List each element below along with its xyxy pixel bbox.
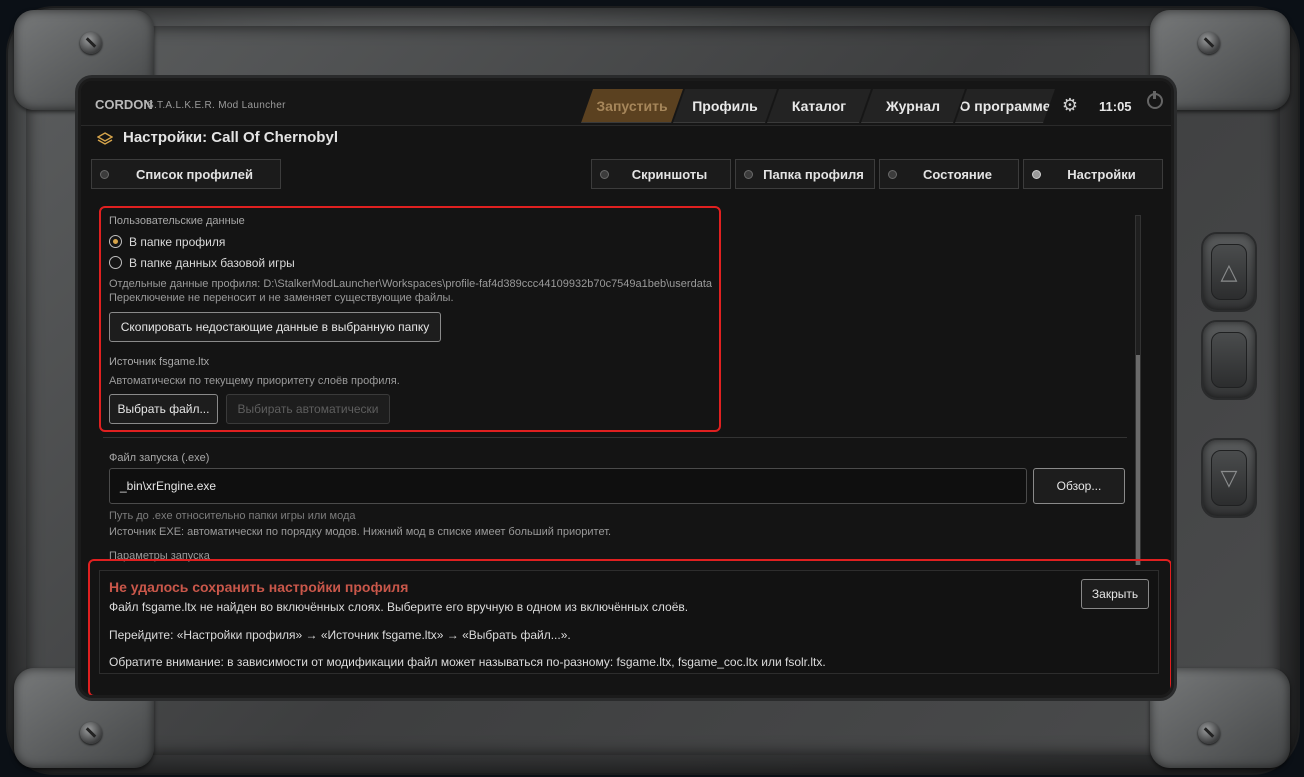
- app-screen: CORDON S.T.A.L.K.E.R. Mod Launcher Запус…: [78, 78, 1174, 698]
- exe-hint-path: Путь до .exe относительно папки игры или…: [109, 510, 356, 522]
- triangle-down-icon: ▽: [1211, 450, 1247, 506]
- nav-journal[interactable]: Журнал: [861, 89, 965, 123]
- tab-indicator-icon: [888, 169, 897, 179]
- hardware-up-button[interactable]: △: [1201, 232, 1257, 312]
- nav-catalog[interactable]: Каталог: [767, 89, 871, 123]
- nav-launch[interactable]: Запустить: [581, 89, 683, 123]
- tab-profile-folder[interactable]: Папка профиля: [735, 159, 875, 189]
- power-icon[interactable]: [1147, 91, 1163, 109]
- hardware-center-button[interactable]: [1201, 320, 1257, 400]
- tab-screenshots[interactable]: Скриншоты: [591, 159, 731, 189]
- scrollbar-thumb[interactable]: [1136, 355, 1140, 565]
- triangle-up-icon: △: [1211, 244, 1247, 300]
- highlight-error-toast: [88, 559, 1171, 695]
- section-divider: [103, 437, 1127, 438]
- center-slot-icon: [1211, 332, 1247, 388]
- screw-icon: [1198, 722, 1220, 744]
- highlight-user-data: [99, 206, 721, 432]
- screw-icon: [80, 32, 102, 54]
- tab-label: Скриншоты: [631, 166, 708, 182]
- browse-button[interactable]: Обзор...: [1033, 468, 1125, 504]
- hardware-down-button[interactable]: ▽: [1201, 438, 1257, 518]
- tab-label: Настройки: [1067, 166, 1136, 182]
- tab-settings[interactable]: Настройки: [1023, 159, 1163, 189]
- exe-hint-source: Источник EXE: автоматически по порядку м…: [109, 526, 612, 538]
- tab-indicator-icon: [100, 169, 109, 179]
- screw-icon: [80, 722, 102, 744]
- tab-status[interactable]: Состояние: [879, 159, 1019, 189]
- exe-label: Файл запуска (.exe): [109, 452, 210, 464]
- tab-indicator-icon: [600, 169, 609, 179]
- top-bar: CORDON S.T.A.L.K.E.R. Mod Launcher Запус…: [81, 81, 1171, 125]
- settings-gear-icon[interactable]: ⚙: [1059, 95, 1081, 117]
- tab-indicator-icon: [744, 169, 753, 179]
- clock: 11:05: [1099, 99, 1132, 114]
- screw-icon: [1198, 32, 1220, 54]
- tab-label: Список профилей: [136, 166, 253, 182]
- app-brand: CORDON: [95, 97, 153, 112]
- nav-profile[interactable]: Профиль: [673, 89, 777, 123]
- tab-profiles-list[interactable]: Список профилей: [91, 159, 281, 189]
- page-title: Настройки: Call Of Chernobyl: [123, 129, 338, 146]
- layers-icon: [97, 132, 113, 145]
- tab-label: Состояние: [922, 166, 992, 182]
- app-subtitle: S.T.A.L.K.E.R. Mod Launcher: [147, 100, 286, 111]
- tab-indicator-icon: [1032, 169, 1041, 179]
- exe-path-input[interactable]: _bin\xrEngine.exe: [109, 468, 1027, 504]
- tab-label: Папка профиля: [763, 166, 864, 182]
- nav-about[interactable]: О программе: [955, 89, 1055, 123]
